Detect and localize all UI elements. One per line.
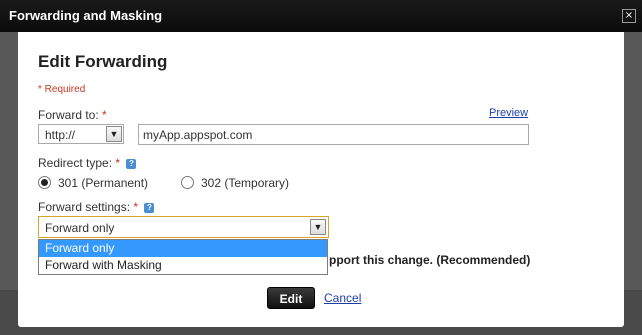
radio-301-label: 301 (Permanent) xyxy=(58,176,149,190)
redirect-type-label: Redirect type: * ? xyxy=(38,156,137,170)
chevron-down-icon[interactable]: ▼ xyxy=(106,126,122,142)
radio-301[interactable] xyxy=(38,176,51,189)
option-forward-only[interactable]: Forward only xyxy=(39,240,327,257)
chevron-down-icon[interactable]: ▼ xyxy=(310,219,326,235)
page-title: Edit Forwarding xyxy=(38,52,168,71)
forward-settings-options: Forward only Forward with Masking xyxy=(38,239,328,275)
protocol-value: http:// xyxy=(45,128,76,142)
dialog-title: Forwarding and Masking xyxy=(9,8,163,23)
help-icon[interactable]: ? xyxy=(144,202,155,213)
forward-url-input[interactable] xyxy=(138,124,529,145)
dialog-titlebar: Forwarding and Masking × xyxy=(0,0,642,32)
forward-settings-select[interactable]: Forward only ▼ xyxy=(38,216,329,238)
edit-forwarding-panel: Edit Forwarding * Required Forward to: *… xyxy=(18,32,624,327)
cancel-link[interactable]: Cancel xyxy=(324,291,361,305)
forward-settings-label: Forward settings: * ? xyxy=(38,200,155,214)
required-note: * Required xyxy=(38,84,86,95)
option-forward-with-masking[interactable]: Forward with Masking xyxy=(39,257,327,274)
protocol-select[interactable]: http:// ▼ xyxy=(38,124,124,144)
preview-link[interactable]: Preview xyxy=(489,107,528,119)
radio-302-label: 302 (Temporary) xyxy=(201,176,290,190)
edit-button[interactable]: Edit xyxy=(267,287,315,309)
close-icon[interactable]: × xyxy=(622,9,636,23)
radio-302[interactable] xyxy=(181,176,194,189)
forward-settings-value: Forward only xyxy=(45,221,115,235)
help-icon[interactable]: ? xyxy=(126,158,137,169)
support-note: pport this change. (Recommended) xyxy=(329,253,531,267)
forward-to-label: Forward to: * xyxy=(38,108,107,122)
